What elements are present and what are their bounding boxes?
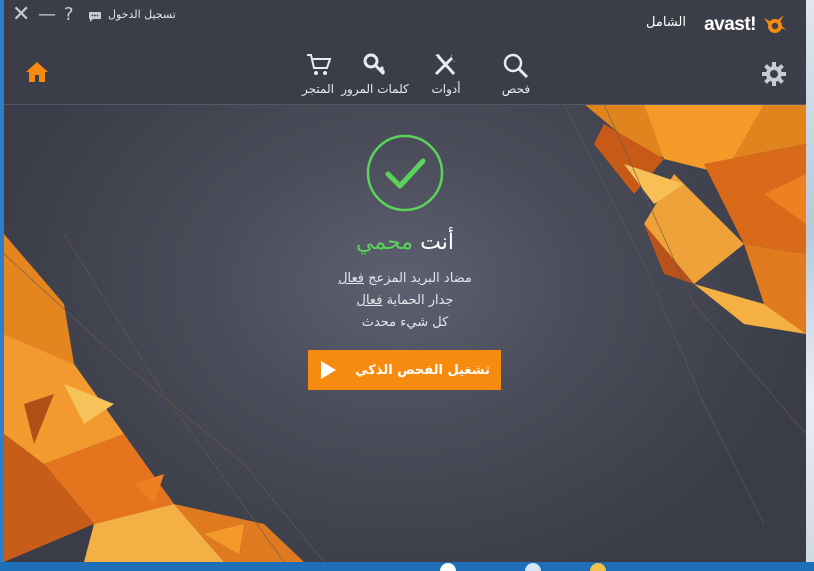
edition-label: الشامل	[646, 15, 686, 30]
status-word: محمي	[356, 230, 414, 255]
status-prefix: أنت	[420, 230, 454, 255]
close-icon[interactable]: ✕	[12, 4, 30, 26]
home-icon[interactable]	[24, 60, 50, 88]
play-icon	[321, 361, 337, 379]
key-icon	[363, 53, 386, 76]
firewall-status-link[interactable]: فعال	[357, 293, 383, 308]
logo-text: avast!	[704, 14, 756, 35]
status-line-firewall: جدار الحماية فعال	[4, 290, 806, 312]
minimize-icon[interactable]: —	[38, 4, 56, 26]
nav-scan[interactable]: فحص	[476, 52, 556, 96]
updates-label: كل شيء محدث	[361, 315, 449, 330]
avast-window: ✕ — ? تسجيل الدخول الشامل avast! المتجر …	[4, 0, 806, 562]
antispam-status-link[interactable]: فعال	[338, 271, 364, 286]
status-details: مضاد البريد المزعج فعال جدار الحماية فعا…	[4, 268, 806, 334]
scan-button-label: تشغيل الفحص الذكي	[355, 362, 490, 378]
search-icon	[503, 53, 529, 78]
protection-status: أنت محمي	[4, 230, 806, 255]
help-button[interactable]: ?	[64, 4, 74, 26]
firewall-label: جدار الحماية	[386, 293, 454, 308]
main-nav: المتجر كلمات المرور أدوات فحص	[4, 52, 806, 105]
title-bar: ✕ — ? تسجيل الدخول الشامل avast!	[4, 0, 806, 35]
avast-logo: avast!	[704, 12, 788, 38]
login-link[interactable]: تسجيل الدخول	[108, 8, 176, 21]
protected-check-icon	[366, 134, 444, 212]
nav-scan-label: فحص	[501, 82, 531, 96]
cart-icon	[307, 54, 332, 75]
gear-icon[interactable]	[761, 61, 787, 91]
antispam-label: مضاد البريد المزعج	[368, 271, 472, 286]
status-line-antispam: مضاد البريد المزعج فعال	[4, 268, 806, 290]
nav-passwords-label: كلمات المرور	[341, 82, 409, 96]
desktop-background	[806, 0, 814, 571]
nav-tools[interactable]: أدوات	[406, 52, 486, 96]
avast-ball-icon	[764, 15, 786, 33]
nav-tools-label: أدوات	[431, 82, 461, 96]
run-smart-scan-button[interactable]: تشغيل الفحص الذكي	[308, 350, 501, 390]
chat-icon[interactable]	[88, 7, 102, 29]
tools-icon	[434, 54, 456, 76]
status-line-updates: كل شيء محدث	[4, 312, 806, 334]
taskbar	[0, 562, 814, 571]
